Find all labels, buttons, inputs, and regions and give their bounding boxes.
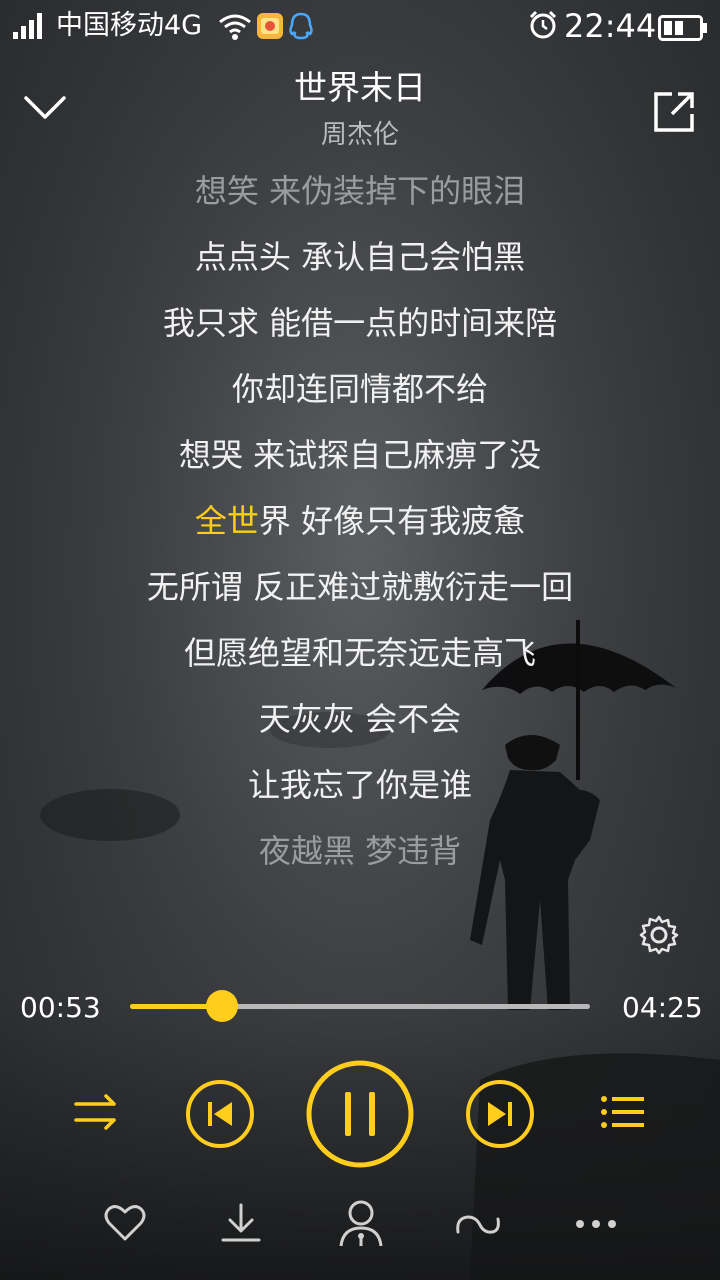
heart-icon bbox=[104, 1205, 146, 1241]
battery-icon bbox=[658, 14, 708, 50]
singer-icon bbox=[339, 1200, 383, 1247]
collapse-player-button[interactable] bbox=[22, 90, 68, 126]
singer-button[interactable] bbox=[338, 1198, 384, 1252]
song-artist[interactable]: 周杰伦 bbox=[160, 118, 560, 152]
current-lyric-line: 全世界 好像只有我疲惫 bbox=[0, 496, 720, 546]
alarm-icon bbox=[528, 10, 558, 49]
previous-button[interactable] bbox=[184, 1078, 256, 1150]
clock-time: 22:44 bbox=[564, 7, 657, 45]
progress-thumb[interactable] bbox=[206, 990, 238, 1022]
player-screen: 中国移动4G 22:44 世界末日 周杰伦 想笑 来伪装掉下的眼泪 点点头 承认… bbox=[0, 0, 720, 1280]
lyric-line: 夜越黑 梦违背 bbox=[258, 832, 462, 870]
loop-mode-button[interactable] bbox=[454, 1212, 502, 1242]
previous-icon bbox=[186, 1080, 254, 1148]
gear-icon bbox=[639, 915, 679, 955]
pause-icon bbox=[306, 1060, 414, 1168]
lyric-settings-button[interactable] bbox=[638, 914, 680, 956]
lyric-unsung-part: 界 好像只有我疲惫 bbox=[258, 502, 526, 540]
lyric-sung-part: 全世 bbox=[194, 502, 259, 540]
chevron-down-icon bbox=[24, 96, 66, 119]
lyric-line: 无所谓 反正难过就敷衍走一回 bbox=[146, 568, 574, 606]
lyric-line: 天灰灰 会不会 bbox=[258, 700, 462, 738]
lyric-line: 我只求 能借一点的时间来陪 bbox=[162, 304, 558, 342]
lyric-line: 但愿绝望和无奈远走高飞 bbox=[183, 634, 536, 672]
next-icon bbox=[466, 1080, 534, 1148]
wifi-icon bbox=[218, 12, 252, 49]
total-time: 04:25 bbox=[622, 991, 703, 1024]
lyric-line: 点点头 承认自己会怕黑 bbox=[194, 238, 526, 276]
next-button[interactable] bbox=[464, 1078, 536, 1150]
more-icon bbox=[576, 1220, 616, 1228]
current-time: 00:53 bbox=[20, 991, 101, 1024]
playlist-icon bbox=[601, 1096, 644, 1128]
lyric-line: 让我忘了你是谁 bbox=[247, 766, 472, 804]
signal-icon bbox=[12, 12, 48, 49]
lyric-line: 想哭 来试探自己麻痹了没 bbox=[178, 436, 542, 474]
favorite-button[interactable] bbox=[104, 1204, 146, 1246]
download-button[interactable] bbox=[220, 1202, 262, 1248]
download-icon bbox=[221, 1203, 261, 1242]
qq-icon bbox=[288, 12, 314, 49]
share-button[interactable] bbox=[652, 90, 696, 134]
playlist-button[interactable] bbox=[600, 1094, 646, 1130]
repeat-loop-icon bbox=[456, 1215, 500, 1234]
progress-bar[interactable] bbox=[130, 990, 590, 1022]
shuffle-icon bbox=[74, 1094, 116, 1130]
pause-button[interactable] bbox=[304, 1058, 416, 1170]
lyric-line: 你却连同情都不给 bbox=[231, 370, 488, 408]
lyric-line: 想笑 来伪装掉下的眼泪 bbox=[194, 172, 526, 210]
song-title: 世界末日 bbox=[294, 68, 426, 107]
more-button[interactable] bbox=[574, 1216, 618, 1235]
carrier-label: 中国移动4G bbox=[56, 10, 203, 41]
status-bar: 中国移动4G 22:44 bbox=[0, 0, 720, 52]
shuffle-button[interactable] bbox=[74, 1092, 120, 1132]
app-notification-icon bbox=[256, 12, 284, 49]
share-icon bbox=[654, 92, 694, 132]
